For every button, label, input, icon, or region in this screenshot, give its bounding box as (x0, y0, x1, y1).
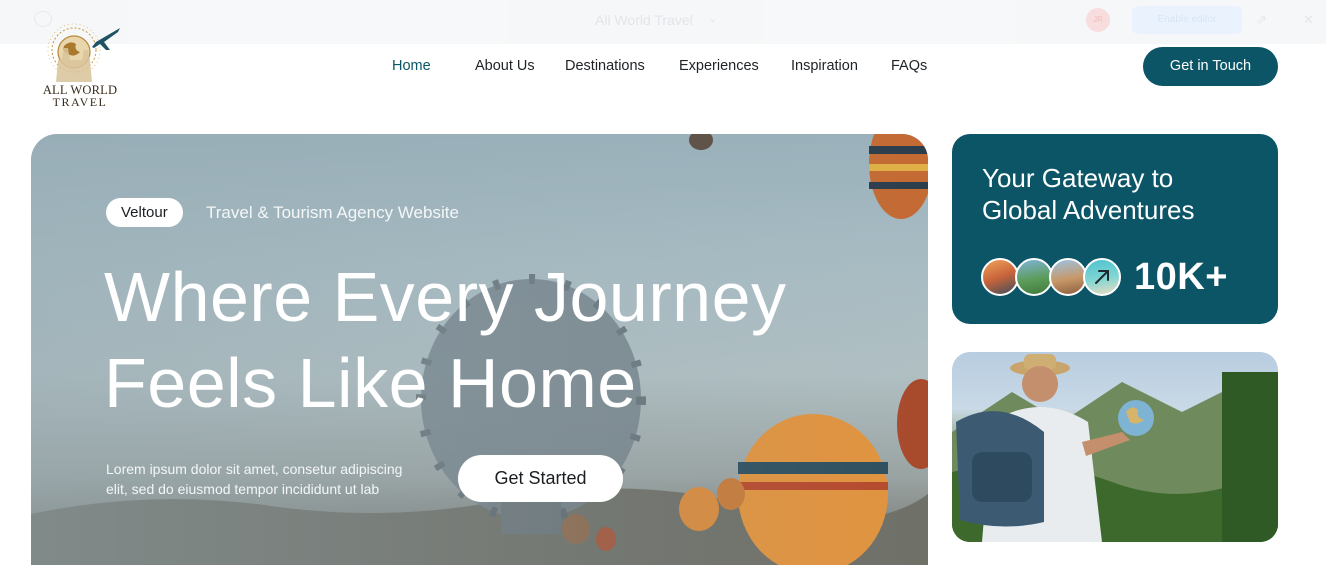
subtext-line1: Lorem ipsum dolor sit amet, consetur adi… (106, 461, 403, 477)
logo-wordmark[interactable]: ALL WORLD TRAVEL (34, 84, 126, 108)
nav-item-destinations[interactable]: Destinations (565, 58, 645, 74)
close-icon[interactable]: ✕ (1303, 12, 1314, 28)
editor-top-bar: All World Travel ⌄ JR Enable editor ⇗ ✕ (0, 0, 1326, 44)
nav-item-faqs[interactable]: FAQs (891, 58, 927, 74)
logo-line2: TRAVEL (52, 95, 108, 109)
nav-item-about-us[interactable]: About Us (475, 58, 535, 74)
subtext-line2: elit, sed do eiusmod tempor incididunt u… (106, 481, 380, 497)
city-thumb[interactable] (1049, 258, 1087, 296)
gateway-title: Your Gateway to Global Adventures (982, 162, 1242, 226)
beach-thumb[interactable] (1083, 258, 1121, 296)
island-thumb[interactable] (1015, 258, 1053, 296)
gateway-title-line1: Your Gateway to (982, 163, 1174, 193)
travelers-stat: 10K+ (1134, 256, 1228, 298)
site-name-selector[interactable]: All World Travel (595, 12, 693, 28)
share-icon[interactable]: ⇗ (1256, 12, 1267, 28)
hero-subtext: Lorem ipsum dolor sit amet, consetur adi… (106, 459, 446, 499)
veltour-chip: Veltour (106, 198, 183, 227)
cliff-right (1222, 372, 1278, 542)
arrow-up-right-icon (1095, 270, 1109, 284)
traveler-holding-globe-photo (952, 354, 1278, 542)
nav-item-inspiration[interactable]: Inspiration (791, 58, 858, 74)
headline-line2: Feels Like Home (104, 344, 637, 422)
traveler-photo-card[interactable] (952, 352, 1278, 542)
chevron-down-icon[interactable]: ⌄ (708, 12, 717, 25)
enable-editor-button[interactable]: Enable editor (1132, 6, 1242, 34)
gateway-title-line2: Global Adventures (982, 195, 1195, 225)
nav-item-experiences[interactable]: Experiences (679, 58, 759, 74)
venice-thumb[interactable] (981, 258, 1019, 296)
hero-headline: Where Every Journey Feels Like Home (104, 254, 787, 426)
avatar[interactable]: JR (1086, 8, 1110, 32)
headline-line1: Where Every Journey (104, 258, 787, 336)
get-in-touch-button[interactable]: Get in Touch (1143, 47, 1278, 86)
hero-tagline: Travel & Tourism Agency Website (206, 203, 459, 222)
get-started-button[interactable]: Get Started (458, 455, 623, 502)
nav-item-home[interactable]: Home (392, 58, 431, 74)
